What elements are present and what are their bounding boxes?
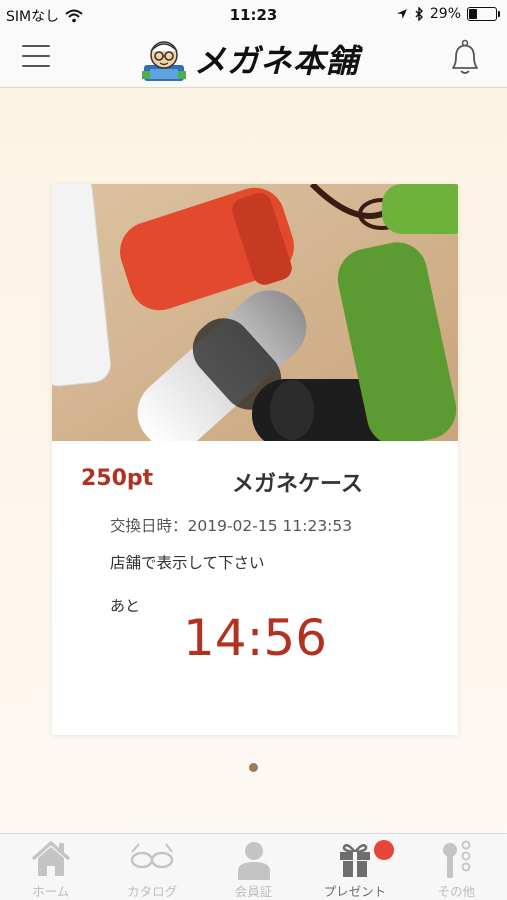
present-card: 250pt メガネケース 交換日時：2019-02-15 11:23:53 店舗… bbox=[52, 184, 458, 735]
app-header: メガネ本舗 bbox=[0, 30, 507, 88]
tab-present[interactable]: プレゼント bbox=[304, 834, 405, 900]
location-arrow-icon bbox=[396, 9, 407, 19]
logo-text: メガネ本舗 bbox=[194, 42, 360, 80]
person-icon bbox=[237, 842, 270, 880]
status-bar: SIMなし 11:23 29% bbox=[0, 0, 507, 30]
gift-icon bbox=[339, 844, 370, 877]
tab-member-card[interactable]: 会員証 bbox=[203, 834, 304, 900]
bell-icon[interactable] bbox=[445, 38, 485, 78]
page-indicator-dot[interactable] bbox=[249, 763, 258, 772]
glasses-cases-photo bbox=[52, 184, 458, 441]
notification-badge bbox=[374, 840, 395, 860]
app-logo: メガネ本舗 bbox=[140, 35, 359, 83]
glasses-icon bbox=[130, 843, 174, 869]
status-right: 29% bbox=[396, 6, 500, 22]
battery-icon bbox=[467, 7, 500, 21]
tab-catalog[interactable]: カタログ bbox=[101, 834, 202, 900]
mascot-logo-icon bbox=[142, 41, 186, 81]
tab-label: その他 bbox=[437, 884, 476, 899]
battery-percent: 29% bbox=[429, 6, 461, 22]
tab-home[interactable]: ホーム bbox=[0, 834, 101, 900]
show-at-store-notice: 店舗で表示して下さい bbox=[110, 554, 265, 572]
tab-label: カタログ bbox=[127, 884, 178, 899]
exchange-datetime: 交換日時：2019-02-15 11:23:53 bbox=[110, 517, 353, 535]
more-icon bbox=[443, 840, 471, 878]
tab-label: プレゼント bbox=[323, 884, 387, 899]
points-cost: 250pt bbox=[81, 466, 154, 491]
home-icon bbox=[31, 841, 70, 876]
tab-label: 会員証 bbox=[234, 884, 273, 899]
tab-more[interactable]: その他 bbox=[406, 834, 507, 900]
tab-label: ホーム bbox=[32, 884, 70, 899]
hamburger-menu-icon[interactable] bbox=[22, 45, 50, 69]
bottom-tab-bar: ホーム カタログ 会員証 プレゼント その他 bbox=[0, 833, 507, 900]
bluetooth-icon bbox=[415, 7, 423, 21]
countdown-timer: 14:56 bbox=[182, 609, 328, 667]
item-name: メガネケース bbox=[232, 472, 363, 497]
battery-level bbox=[469, 9, 477, 19]
